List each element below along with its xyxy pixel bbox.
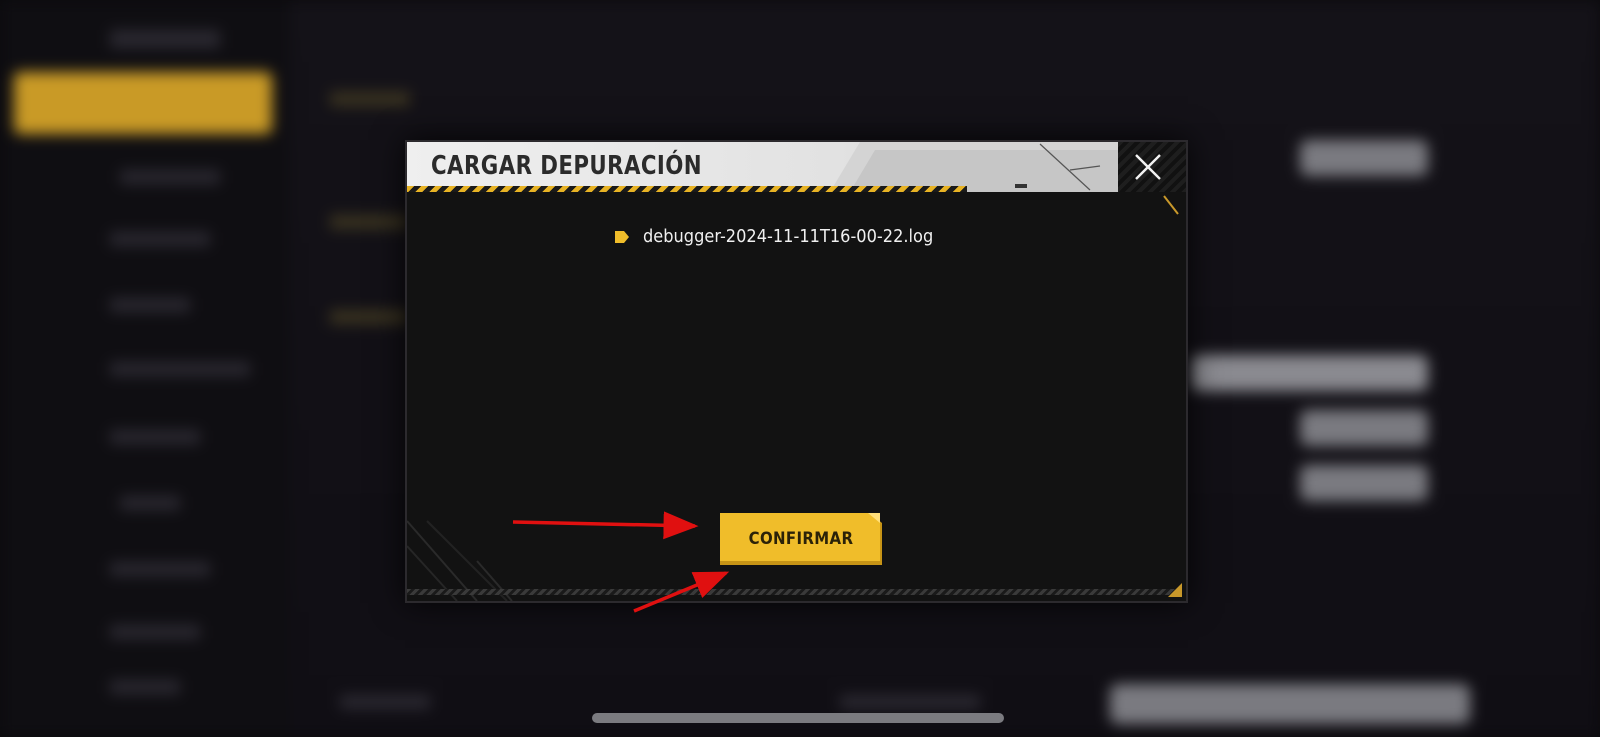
close-icon[interactable] [1128,147,1168,187]
file-list: debugger-2024-11-11T16-00-22.log [615,226,965,247]
background-pill [1190,355,1428,391]
background-section-title [330,215,410,229]
background-pill [1300,410,1428,446]
dialog-title: CARGAR DEPURACIÓN [431,151,703,181]
close-area [1118,142,1186,192]
background-menu-item [120,496,180,510]
header-decoration [830,142,1120,192]
background-footer-text [840,695,980,709]
bottom-stripe [407,589,1175,595]
background-menu-item [110,625,200,639]
background-menu-item [110,562,210,576]
background-menu-item [110,430,200,444]
bottom-left-decoration [407,520,513,601]
load-debug-dialog: CARGAR DEPURACIÓN debugger-2024-11-11T16… [405,140,1188,603]
background-menu-item [110,298,190,312]
confirm-button[interactable]: CONFIRMAR [720,513,882,565]
background-pill [1300,465,1428,501]
dialog-header: CARGAR DEPURACIÓN [407,142,1120,192]
background-section-title [330,310,410,324]
background-section-title [330,92,410,106]
home-indicator[interactable] [592,713,1004,723]
tag-bullet-icon [615,230,629,243]
background-menu-item [110,362,250,376]
background-menu-item [110,232,210,246]
file-item[interactable]: debugger-2024-11-11T16-00-22.log [615,226,965,247]
corner-decoration [1163,195,1179,215]
corner-decoration [1168,583,1182,597]
background-pill [1110,684,1470,724]
background-menu-item [110,680,180,694]
background-pill [1300,140,1428,176]
confirm-button-label: CONFIRMAR [748,529,854,549]
header-hazard-stripe [407,186,967,192]
background-menu-item [120,170,220,184]
screen: CARGAR DEPURACIÓN debugger-2024-11-11T16… [0,0,1600,737]
file-name: debugger-2024-11-11T16-00-22.log [643,226,934,247]
background-footer-text [340,695,430,709]
background-active-menu-item [14,72,272,134]
background-heading [110,30,220,48]
